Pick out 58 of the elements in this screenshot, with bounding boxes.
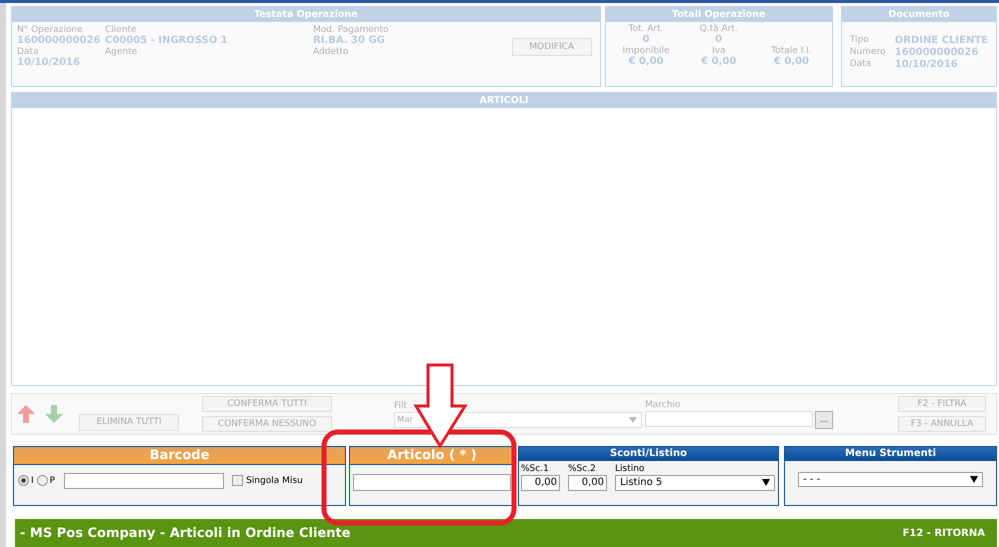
field-value: € 0,00	[701, 56, 736, 67]
field-label: Data	[17, 47, 40, 57]
field-label: Tot. Art.	[628, 24, 664, 34]
field-label: Iva	[712, 46, 726, 56]
checkbox[interactable]	[232, 475, 244, 486]
field-label: %Sc.2	[568, 464, 597, 474]
field-value: € 0,00	[774, 56, 809, 67]
dropdown-caret-icon	[970, 476, 978, 483]
field-label: Agente	[105, 47, 138, 57]
field-label: Addetto	[313, 47, 350, 57]
field-label: Data	[850, 59, 872, 70]
brand-field[interactable]	[645, 410, 813, 427]
field-value: 10/10/2016	[17, 57, 81, 68]
field-label: Totale I.I.	[771, 46, 812, 56]
field-value: C00005 - INGROSSO 1	[105, 35, 229, 46]
field-label: Cliente	[105, 25, 138, 35]
radio-label: I	[31, 476, 34, 486]
panel-title: Menu Strumenti	[785, 446, 996, 461]
filter-label: Filt	[394, 400, 408, 411]
browse-button[interactable]: ...	[815, 410, 833, 429]
panel-title: Barcode	[14, 446, 345, 465]
field-value: 0	[715, 34, 722, 45]
field-value: 0	[642, 34, 650, 45]
field-label: Tipo	[850, 35, 870, 46]
brand-label: Marchio	[645, 400, 682, 410]
field-value: 160000000026	[894, 47, 978, 58]
footer-title: - MS Pos Company - Articoli in Ordine Cliente	[20, 526, 351, 541]
field-label: Q.tà Art.	[700, 24, 738, 34]
barcode-field[interactable]	[64, 472, 224, 489]
checkbox-label: Singola Misu	[246, 476, 303, 486]
panel-title: Articolo ( * )	[350, 446, 514, 465]
dropdown-caret-icon	[762, 479, 770, 486]
field-value: 10/10/2016	[894, 59, 958, 70]
dropdown-caret-icon	[629, 416, 637, 423]
panel-title: Testata Operazione	[12, 7, 600, 22]
field-label: Imponibile	[622, 46, 670, 56]
panel-title: ARTICOLI	[12, 93, 996, 108]
discount-field[interactable]: 0,00	[568, 474, 607, 491]
article-field[interactable]	[353, 474, 511, 491]
discount-field[interactable]: 0,00	[521, 474, 560, 491]
field-label: Numero	[850, 47, 887, 58]
panel-title: Totali Operazione	[606, 7, 832, 22]
field-value: 160000000026	[17, 35, 102, 46]
panel-title: Sconti/Listino	[519, 446, 778, 461]
radio-button[interactable]	[36, 475, 48, 486]
price-list-select[interactable]: Listino 5	[615, 474, 775, 491]
tools-select[interactable]: - - -	[798, 472, 983, 487]
radio-label: P	[50, 476, 56, 486]
field-label: Listino	[615, 464, 646, 474]
panel-title: Documento	[842, 7, 996, 22]
return-shortcut[interactable]: F12 - RITORNA	[902, 528, 985, 539]
field-value: € 0,00	[628, 56, 664, 67]
field-value: ORDINE CLIENTE	[894, 35, 988, 46]
field-label: N° Operazione	[17, 25, 84, 35]
field-value: RI.BA. 30 GG	[313, 35, 386, 46]
field-label: %Sc.1	[521, 464, 550, 474]
radio-button[interactable]	[18, 475, 29, 486]
field-label: Mod. Pagamento	[313, 25, 390, 35]
